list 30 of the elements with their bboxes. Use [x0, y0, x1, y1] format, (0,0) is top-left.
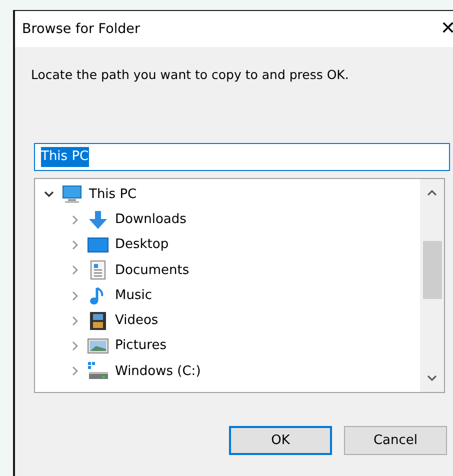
landscape-picture-icon: [87, 336, 109, 356]
scroll-thumb[interactable]: [422, 240, 442, 299]
dialog-button[interactable]: OK: [229, 426, 332, 455]
tree-item[interactable]: Documents: [35, 258, 420, 283]
tree-item-label: Downloads: [115, 210, 186, 229]
tree-item-label: Documents: [115, 262, 190, 280]
scrollbar[interactable]: [420, 178, 444, 392]
dialog-button[interactable]: Cancel: [344, 426, 447, 455]
window-title: Browse for Folder: [22, 20, 140, 39]
desktop-icon: [87, 234, 109, 255]
close-button[interactable]: ✕: [433, 14, 453, 44]
film-strip-icon: [87, 310, 109, 331]
tree-item-label: Desktop: [115, 236, 169, 254]
path-field[interactable]: This PC: [34, 142, 450, 171]
tree-item-label: Pictures: [115, 337, 166, 356]
tree-item-label: This PC: [89, 186, 137, 204]
tree-item[interactable]: Videos: [35, 308, 420, 334]
tree-item[interactable]: Desktop: [35, 232, 420, 258]
tree-item[interactable]: Music: [35, 282, 420, 308]
hard-drive-icon: [87, 361, 109, 382]
tree-item-label: Windows (C:): [115, 362, 201, 381]
tree-item-label: Videos: [115, 312, 158, 330]
tree-item[interactable]: Pictures: [35, 334, 420, 359]
computer-icon: [61, 184, 83, 204]
tree-item[interactable]: This PC: [35, 182, 420, 208]
instruction-text: Locate the path you want to copy to and press OK.: [31, 66, 350, 84]
down-arrow-icon: [87, 210, 109, 230]
tree-item-label: Music: [115, 286, 152, 305]
tree-item[interactable]: Downloads: [35, 207, 420, 232]
tree-item[interactable]: Windows (C:): [35, 358, 420, 384]
